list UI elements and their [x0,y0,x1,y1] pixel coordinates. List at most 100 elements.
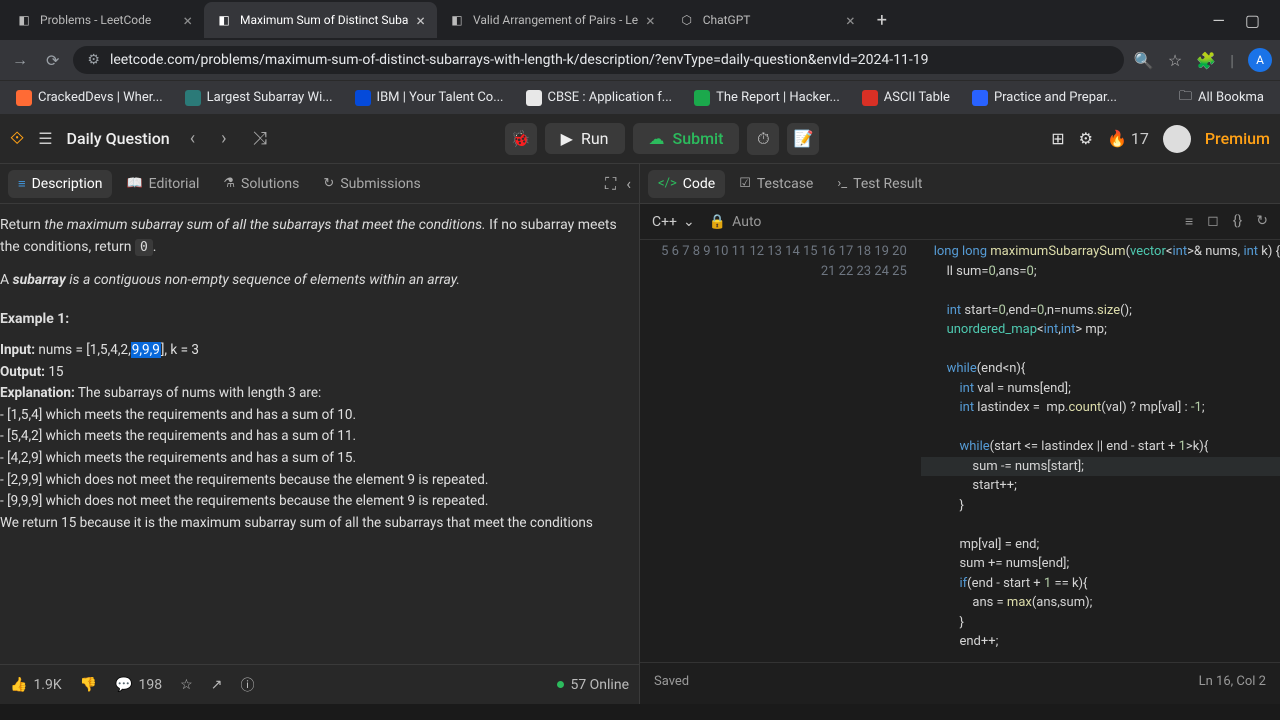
code-editor[interactable]: 5 6 7 8 9 10 11 12 13 14 15 16 17 18 19 … [640,240,1280,662]
url-input[interactable]: ⚙ leetcode.com/problems/maximum-sum-of-d… [73,46,1124,74]
leetcode-favicon: ◧ [449,12,465,28]
close-icon[interactable]: × [183,11,192,30]
user-avatar[interactable] [1163,125,1191,153]
code-body[interactable]: long long maximumSubarraySum(vector<int>… [921,240,1280,662]
bookmark-item[interactable]: IBM | Your Talent Co... [347,86,512,110]
tab-label: Code [683,176,715,192]
like-button[interactable]: 👍1.9K [10,677,62,693]
timer-icon[interactable]: ⏱ [747,123,779,155]
url-text: leetcode.com/problems/maximum-sum-of-dis… [110,52,928,68]
extensions-icon[interactable]: 🧩 [1196,51,1216,70]
testcase-icon: ☑ [739,176,751,191]
close-icon[interactable]: × [646,11,655,30]
streak-counter[interactable]: 🔥 17 [1107,129,1149,148]
tab-label: Submissions [340,176,420,192]
profile-avatar[interactable]: A [1248,48,1272,72]
settings-icon[interactable]: ⚙ [1079,129,1093,148]
result-icon: ›_ [837,176,847,191]
tab-testcase[interactable]: ☑ Testcase [729,170,823,198]
daily-question-label[interactable]: Daily Question [67,129,170,148]
tab-solutions[interactable]: ⚗Solutions [213,170,309,198]
problem-footer: 👍1.9K 👎 💬198 ☆ ↗ ⓘ 57 Online [0,664,639,704]
new-tab-button[interactable]: + [867,10,897,31]
maximize-icon[interactable]: ▢ [1245,11,1260,30]
all-bm-label: All Bookma [1198,90,1264,105]
format-icon[interactable]: ≡ [1185,213,1193,230]
problem-paragraph: A subarray is a contiguous non-empty seq… [0,269,633,291]
leetcode-favicon: ◧ [216,12,232,28]
collapse-icon[interactable]: ‹ [626,174,631,194]
bookmark-item[interactable]: Largest Subarray Wi... [177,86,341,110]
cloud-upload-icon: ☁ [649,129,665,148]
premium-link[interactable]: Premium [1205,129,1270,148]
submit-label: Submit [673,129,724,148]
minimize-icon[interactable]: — [1212,11,1225,30]
zoom-icon[interactable]: 🔍 [1134,51,1154,70]
thumbs-up-icon: 👍 [10,677,27,693]
bookmark-item[interactable]: CrackedDevs | Wher... [8,86,171,110]
language-selector[interactable]: C++⌄ [652,214,695,230]
tab-result[interactable]: ›_Test Result [827,170,932,198]
question-icon: ⓘ [240,675,254,695]
description-icon: ≡ [18,176,26,192]
bookmark-item[interactable]: The Report | Hacker... [686,86,848,110]
fullscreen-icon[interactable]: ⛶ [605,174,616,194]
bookmark-star-icon[interactable]: ☆ [1168,51,1182,70]
notes-icon[interactable]: 📝 [787,123,819,155]
shuffle-icon[interactable]: ⤨ [247,126,273,151]
editorial-icon: 📖 [126,176,142,191]
leetcode-logo-icon[interactable]: ⟐ [10,128,24,149]
layout-icon[interactable]: ⊞ [1051,129,1064,148]
forward-icon[interactable]: → [8,46,32,74]
prev-problem-icon[interactable]: ‹ [184,126,201,151]
tab-label: Testcase [757,176,814,192]
bookmark-item[interactable]: CBSE : Application f... [518,86,681,110]
folder-icon: 🗀 [1179,87,1192,109]
bookmark-icon[interactable]: ◻ [1207,213,1219,230]
tab-description[interactable]: ≡Description [8,170,112,198]
bookmark-item[interactable]: Practice and Prepar... [964,86,1125,110]
example-heading: Example 1: [0,308,633,330]
debug-icon[interactable]: 🐞 [505,123,537,155]
close-icon[interactable]: × [416,11,425,30]
dislike-button[interactable]: 👎 [80,677,97,693]
tab-code[interactable]: </>Code [648,170,725,198]
submit-button[interactable]: ☁ Submit [633,123,740,154]
run-button[interactable]: ▶ Run [545,123,625,154]
bm-label: CBSE : Application f... [548,90,673,105]
browser-tab[interactable]: ⬡ ChatGPT × [667,2,867,38]
feedback-button[interactable]: ⓘ [240,675,254,695]
browser-tab[interactable]: ◧ Maximum Sum of Distinct Suba × [204,2,437,38]
tab-submissions[interactable]: ↻ Submissions [313,170,430,198]
bm-icon [355,90,371,106]
bm-icon [972,90,988,106]
tab-title: Problems - LeetCode [40,13,175,27]
favorite-button[interactable]: ☆ [180,677,193,693]
next-problem-icon[interactable]: › [215,126,232,151]
reload-icon[interactable]: ⟳ [42,47,63,74]
tab-editorial[interactable]: 📖Editorial [116,170,209,198]
reset-icon[interactable]: ↻ [1256,213,1268,230]
browser-tab[interactable]: ◧ Problems - LeetCode × [4,2,204,38]
browser-tab[interactable]: ◧ Valid Arrangement of Pairs - Le × [437,2,667,38]
streak-count: 17 [1131,129,1149,148]
right-tab-bar: </>Code ☑ Testcase ›_Test Result [640,164,1280,204]
star-icon: ☆ [180,677,193,693]
share-icon: ↗ [211,677,223,693]
all-bookmarks[interactable]: 🗀 All Bookma [1171,83,1272,113]
submissions-icon: ↻ [323,176,334,191]
bm-icon [16,90,32,106]
comment-icon: 💬 [115,677,132,693]
comments-button[interactable]: 💬198 [115,677,162,693]
online-dot-icon [557,681,564,688]
share-button[interactable]: ↗ [211,677,223,693]
site-info-icon[interactable]: ⚙ [87,52,100,68]
bm-label: The Report | Hacker... [716,90,840,105]
bookmark-item[interactable]: ASCII Table [854,86,958,110]
close-icon[interactable]: × [846,11,855,30]
problem-list-icon[interactable]: ☰ [38,129,52,148]
auto-complete-toggle[interactable]: 🔒Auto [709,214,762,230]
problem-content[interactable]: Return the maximum subarray sum of all t… [0,204,639,664]
braces-icon[interactable]: {} [1233,213,1242,230]
problem-paragraph: Return the maximum subarray sum of all t… [0,214,633,259]
